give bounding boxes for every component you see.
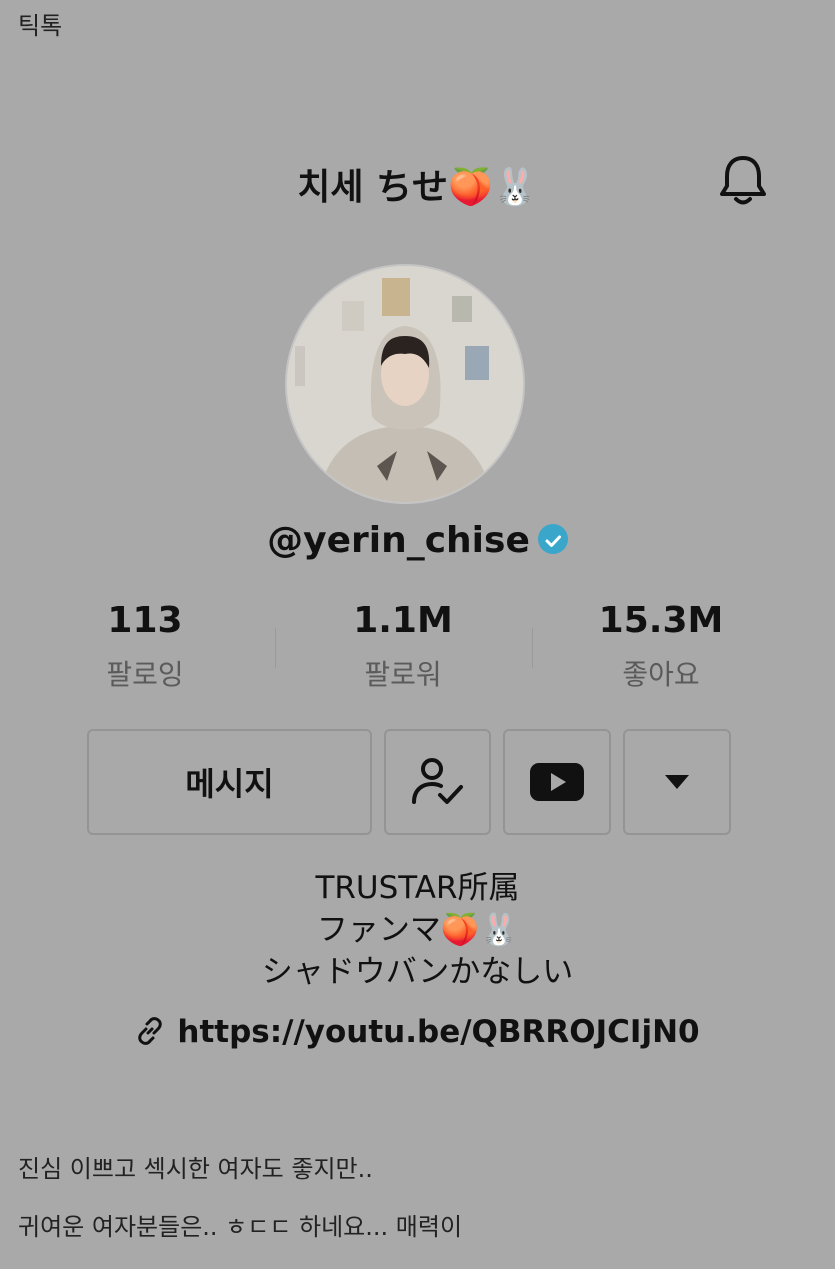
avatar-photo xyxy=(287,266,523,502)
username: @yerin_chise xyxy=(267,520,530,561)
caption-line-1: 진심 이쁘고 섹시한 여자도 좋지만.. xyxy=(18,1155,373,1183)
stat-likes-label: 좋아요 xyxy=(622,658,700,691)
top-caption-label: 틱톡 xyxy=(18,12,63,40)
message-button-label: 메시지 xyxy=(185,765,274,803)
stat-divider xyxy=(275,628,276,668)
username-row: @yerin_chise xyxy=(0,520,835,561)
bio-link-text: https://youtu.be/QBRROJCIjN0 xyxy=(177,1014,700,1050)
stat-following-value: 113 xyxy=(107,600,183,641)
stat-divider xyxy=(532,628,533,668)
caption-line-2: 귀여운 여자분들은.. ㅎㄷㄷ 하네요... 매력이 xyxy=(18,1213,463,1241)
stat-likes-value: 15.3M xyxy=(598,600,724,641)
stat-following-label: 팔로잉 xyxy=(106,658,184,691)
display-name-emoji: 🍑🐰 xyxy=(448,167,538,208)
stat-followers[interactable]: 1.1M 팔로워 xyxy=(308,600,498,693)
notification-bell-button[interactable] xyxy=(717,152,769,208)
profile-display-name: 치세 ちせ🍑🐰 xyxy=(0,158,835,210)
youtube-link-button[interactable] xyxy=(503,729,611,835)
follow-check-icon xyxy=(411,758,463,804)
display-name-text: 치세 ちせ xyxy=(297,167,449,208)
following-status-button[interactable] xyxy=(384,729,491,835)
stat-followers-value: 1.1M xyxy=(353,600,453,641)
more-dropdown-button[interactable] xyxy=(623,729,731,835)
stat-likes[interactable]: 15.3M 좋아요 xyxy=(566,600,756,693)
link-icon xyxy=(138,1016,163,1045)
stat-following[interactable]: 113 팔로잉 xyxy=(50,600,240,693)
bio-line-3: シャドウバンかなしい xyxy=(261,954,574,990)
bio-link[interactable]: https://youtu.be/QBRROJCIjN0 xyxy=(0,1014,835,1050)
message-button[interactable]: 메시지 xyxy=(87,729,372,835)
verified-badge-icon xyxy=(537,524,568,554)
bio-line-2: ファンマ🍑🐰 xyxy=(316,912,519,948)
youtube-icon xyxy=(530,763,584,801)
bell-icon xyxy=(720,156,766,205)
avatar[interactable] xyxy=(285,264,525,504)
bio-line-1: TRUSTAR所属 xyxy=(315,870,520,906)
dropdown-arrow-icon xyxy=(665,775,689,789)
stat-followers-label: 팔로워 xyxy=(364,658,442,691)
